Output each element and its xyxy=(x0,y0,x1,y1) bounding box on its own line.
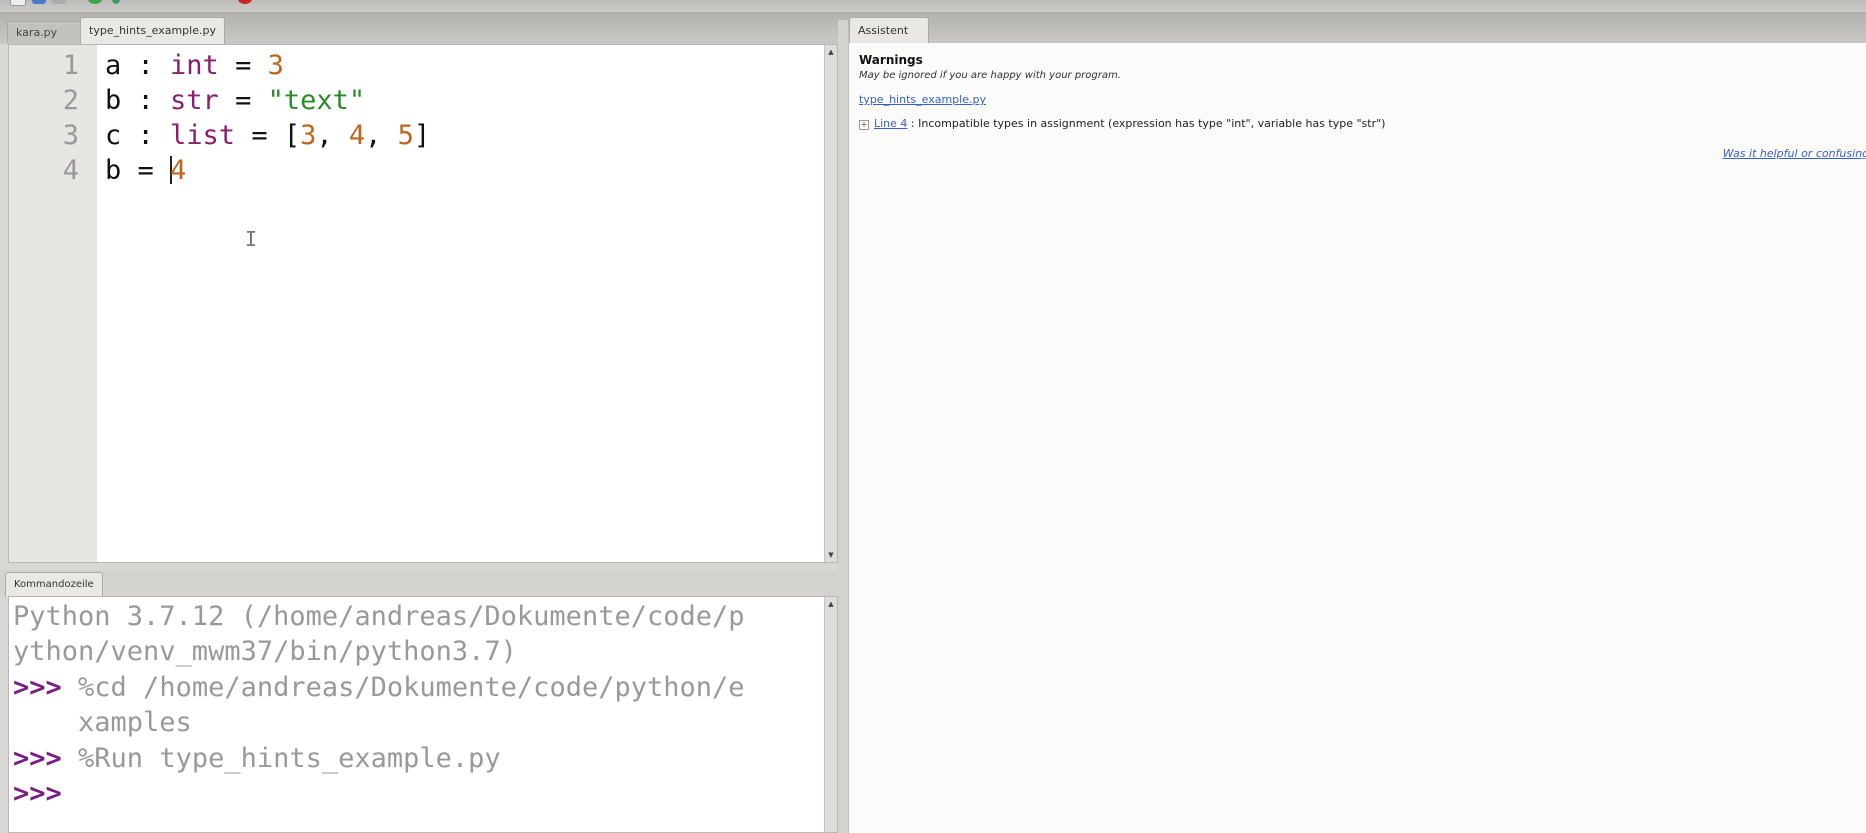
expand-icon[interactable]: + xyxy=(859,120,869,130)
shell-line: >>> %Run type_hints_example.py xyxy=(13,743,501,774)
code-token: int xyxy=(170,50,219,81)
debug-icon[interactable] xyxy=(112,0,120,4)
code-line: c : list = [3, 4, 5] xyxy=(105,120,430,151)
file-link[interactable]: type_hints_example.py xyxy=(859,93,986,106)
tab-kara-py[interactable]: kara.py xyxy=(7,21,81,43)
shell-output: %cd /home/andreas/Dokumente/code/python/… xyxy=(61,672,745,703)
code-token: c : xyxy=(105,120,171,151)
line-link[interactable]: Line 4 xyxy=(874,117,907,130)
code-token: , xyxy=(316,120,349,151)
editor-scrollbar[interactable]: ▲ ▼ xyxy=(824,45,837,562)
scroll-up-icon[interactable]: ▲ xyxy=(825,46,837,58)
shell-scrollbar[interactable]: ▲ xyxy=(824,597,837,832)
shell-tab-bar xyxy=(0,570,845,597)
shell-output: %Run type_hints_example.py xyxy=(61,743,501,774)
code-token: = [ xyxy=(235,120,301,151)
code-token: 3 xyxy=(300,120,317,151)
editor-tab-bar xyxy=(0,12,1866,44)
line-number: 4 xyxy=(62,155,79,186)
code-token: "text" xyxy=(267,85,366,116)
shell-output: xamples xyxy=(13,707,192,738)
tab-type-hints-example[interactable]: type_hints_example.py xyxy=(80,17,225,44)
mouse-ibeam-cursor-icon: I xyxy=(245,227,258,251)
code-editor[interactable]: 1 2 3 4 a : int = 3 b : str = "text" c :… xyxy=(8,44,838,563)
shell-prompt: >>> xyxy=(13,743,62,774)
stop-icon[interactable] xyxy=(238,0,252,4)
shell-output: Python 3.7.12 (/home/andreas/Dokumente/c… xyxy=(13,601,745,632)
shell-line: ython/venv_mwm37/bin/python3.7) xyxy=(13,636,517,667)
code-line: b = 4 xyxy=(105,155,186,186)
line-number: 2 xyxy=(62,85,79,116)
shell-prompt: >>> xyxy=(13,778,62,809)
line-number: 1 xyxy=(62,50,79,81)
code-line: a : int = 3 xyxy=(105,50,284,81)
shell-line: >>> %cd /home/andreas/Dokumente/code/pyt… xyxy=(13,672,745,703)
code-token: b : xyxy=(105,85,171,116)
code-token: list xyxy=(170,120,236,151)
code-token: = xyxy=(218,85,268,116)
line-number: 3 xyxy=(62,120,79,151)
assistant-pane: Warnings May be ignored if you are happy… xyxy=(848,43,1866,833)
shell-line: >>> xyxy=(13,778,62,809)
shell-prompt: >>> xyxy=(13,672,62,703)
run-icon[interactable] xyxy=(88,0,102,4)
save-icon[interactable] xyxy=(52,0,66,4)
tab-kommandozeile[interactable]: Kommandozeile xyxy=(5,572,103,597)
code-token: str xyxy=(170,85,219,116)
code-token: 4 xyxy=(170,155,187,186)
scroll-up-icon[interactable]: ▲ xyxy=(825,598,837,610)
code-token: a : xyxy=(105,50,171,81)
tab-assistent[interactable]: Assistent xyxy=(849,17,929,44)
pane-divider[interactable] xyxy=(838,20,848,833)
code-token: 3 xyxy=(267,50,284,81)
code-token: , xyxy=(365,120,398,151)
warning-message: : Incompatible types in assignment (expr… xyxy=(907,117,1386,130)
line-number-gutter: 1 2 3 4 xyxy=(9,45,97,562)
python-shell[interactable]: Python 3.7.12 (/home/andreas/Dokumente/c… xyxy=(8,596,838,833)
code-token: 4 xyxy=(348,120,366,151)
new-file-icon[interactable] xyxy=(10,0,26,6)
shell-line: xamples xyxy=(13,707,192,738)
code-token: ] xyxy=(413,120,431,151)
feedback-link[interactable]: Was it helpful or confusing? xyxy=(1723,147,1866,160)
warning-item: + Line 4 : Incompatible types in assignme… xyxy=(859,117,1385,130)
code-token: = xyxy=(218,50,268,81)
shell-line: Python 3.7.12 (/home/andreas/Dokumente/c… xyxy=(13,601,745,632)
shell-output: ython/venv_mwm37/bin/python3.7) xyxy=(13,636,517,667)
scroll-down-icon[interactable]: ▼ xyxy=(825,549,837,561)
code-line: b : str = "text" xyxy=(105,85,365,116)
code-token: 5 xyxy=(397,120,414,151)
warnings-heading: Warnings xyxy=(859,53,923,67)
code-token: b = xyxy=(105,155,171,186)
open-file-icon[interactable] xyxy=(32,0,46,4)
warnings-subtitle: May be ignored if you are happy with you… xyxy=(859,70,1121,81)
